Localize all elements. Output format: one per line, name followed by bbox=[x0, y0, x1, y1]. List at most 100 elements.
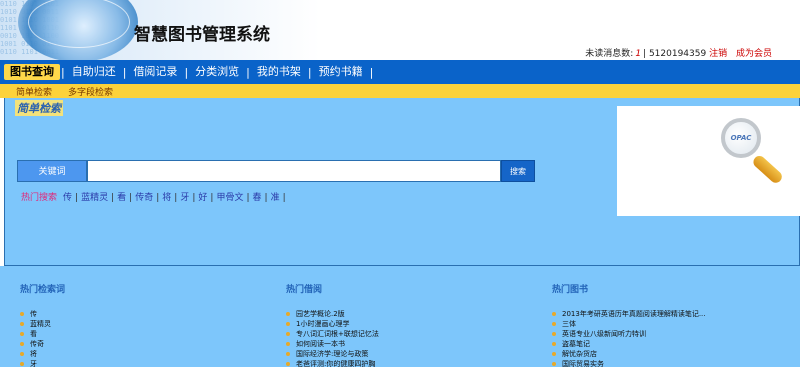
site-title: 智慧图书管理系统 bbox=[134, 25, 270, 45]
main-nav: 图书查询 | 自助归还 | 借阅记录 | 分类浏览 | 我的书架 | 预约书籍 … bbox=[0, 60, 800, 84]
bullet-icon bbox=[552, 362, 556, 366]
keyword-separator: | bbox=[210, 193, 214, 203]
bullet-icon bbox=[20, 332, 24, 336]
list-item-label: 将 bbox=[30, 350, 37, 358]
list-item[interactable]: 将 bbox=[20, 349, 65, 359]
bullet-icon bbox=[20, 342, 24, 346]
list-item[interactable]: 国际贸易实务 bbox=[552, 359, 706, 367]
bullet-icon bbox=[552, 312, 556, 316]
panel-title: 简单检索 bbox=[15, 100, 63, 116]
list-item[interactable]: 园艺学概论.2版 bbox=[286, 309, 379, 319]
magnifier-handle-icon bbox=[750, 153, 785, 186]
nav-self-return[interactable]: 自助归还 bbox=[66, 64, 122, 80]
nav-book-search[interactable]: 图书查询 bbox=[4, 64, 60, 80]
nav-category-browse[interactable]: 分类浏览 bbox=[189, 64, 245, 80]
magnifier-icon: OPAC bbox=[721, 118, 761, 158]
keyword-separator: | bbox=[129, 193, 133, 203]
keyword-separator: | bbox=[75, 193, 79, 203]
list-item[interactable]: 三体 bbox=[552, 319, 706, 329]
hot-keyword[interactable]: 看 bbox=[117, 193, 126, 203]
list-item[interactable]: 盗墓笔记 bbox=[552, 339, 706, 349]
list-item[interactable]: 解忧杂货店 bbox=[552, 349, 706, 359]
bullet-icon bbox=[20, 352, 24, 356]
bullet-icon bbox=[20, 322, 24, 326]
list-item[interactable]: 牙 bbox=[20, 359, 65, 367]
list-item[interactable]: 蓝精灵 bbox=[20, 319, 65, 329]
user-bar: 未读消息数: 1 | 5120194359 注销 成为会员 bbox=[585, 49, 772, 59]
list-item[interactable]: 传 bbox=[20, 309, 65, 319]
list-item-label: 如何阅读一本书 bbox=[296, 340, 345, 348]
hot-keyword[interactable]: 传奇 bbox=[135, 193, 153, 203]
sub-nav: 简单检索 多字段检索 bbox=[0, 84, 800, 98]
hot-keyword[interactable]: 甲骨文 bbox=[216, 193, 243, 203]
keyword-separator: | bbox=[111, 193, 115, 203]
list-item[interactable]: 国际经济学:理论与政策 bbox=[286, 349, 379, 359]
list-item-label: 老爸评测:你的健康四护胸 bbox=[296, 360, 376, 367]
nav-separator: | bbox=[369, 65, 374, 79]
hot-search-row: 热门搜索传 | 蓝精灵 | 看 | 传奇 | 将 | 牙 | 好 | 甲骨文 | 春 | 准 | bbox=[21, 190, 289, 203]
unread-count[interactable]: 1 bbox=[635, 49, 641, 59]
lists-section: 热门检索词 传 蓝精灵 看 传奇 将 牙 热门借阅 园艺学概论.2版 1小时漫画… bbox=[0, 266, 800, 367]
nav-reserve-books[interactable]: 预约书籍 bbox=[313, 64, 369, 80]
list-item[interactable]: 看 bbox=[20, 329, 65, 339]
hot-books-column: 热门图书 2013年考研英语历年真题阅读理解精读笔记... 三体 英语专业八级新… bbox=[552, 282, 706, 367]
subnav-simple-search[interactable]: 简单检索 bbox=[16, 85, 52, 98]
list-item-label: 国际贸易实务 bbox=[562, 360, 604, 367]
bullet-icon bbox=[552, 352, 556, 356]
list-item-label: 2013年考研英语历年真题阅读理解精读笔记... bbox=[562, 310, 706, 318]
list-item-label: 国际经济学:理论与政策 bbox=[296, 350, 369, 358]
header: 0110 1001 11011010 0110 00110101 1110 10… bbox=[0, 0, 800, 62]
list-item-label: 传奇 bbox=[30, 340, 44, 348]
hot-search-terms-column: 热门检索词 传 蓝精灵 看 传奇 将 牙 bbox=[20, 282, 65, 367]
bullet-icon bbox=[20, 362, 24, 366]
list-item[interactable]: 1小时漫画心理学 bbox=[286, 319, 379, 329]
hot-keyword[interactable]: 好 bbox=[198, 193, 207, 203]
keyword-separator: | bbox=[192, 193, 196, 203]
hot-keyword[interactable]: 传 bbox=[63, 193, 72, 203]
list-item[interactable]: 传奇 bbox=[20, 339, 65, 349]
subnav-multi-field-search[interactable]: 多字段检索 bbox=[68, 85, 113, 98]
list-item[interactable]: 专八词汇词根+联想记忆法 bbox=[286, 329, 379, 339]
hot-keyword[interactable]: 蓝精灵 bbox=[81, 193, 108, 203]
list-item-label: 三体 bbox=[562, 320, 576, 328]
list-item-label: 看 bbox=[30, 330, 37, 338]
keyword-separator: | bbox=[264, 193, 268, 203]
column-title: 热门检索词 bbox=[20, 285, 66, 295]
search-panel: 简单检索 OPAC 关键词 搜索 热门搜索传 | 蓝精灵 | 看 | 传奇 | 将 | 牙 | 好 | 甲骨… bbox=[4, 98, 800, 266]
list-item[interactable]: 如何阅读一本书 bbox=[286, 339, 379, 349]
list-item-label: 蓝精灵 bbox=[30, 320, 51, 328]
bullet-icon bbox=[286, 322, 290, 326]
hot-keyword[interactable]: 牙 bbox=[180, 193, 189, 203]
bullet-icon bbox=[286, 332, 290, 336]
list-item-label: 1小时漫画心理学 bbox=[296, 320, 350, 328]
hot-keyword[interactable]: 将 bbox=[162, 193, 171, 203]
bullet-icon bbox=[20, 312, 24, 316]
column-title: 热门借阅 bbox=[286, 285, 323, 295]
logout-link[interactable]: 注销 bbox=[709, 49, 727, 59]
nav-my-shelf[interactable]: 我的书架 bbox=[251, 64, 307, 80]
list-item-label: 园艺学概论.2版 bbox=[296, 310, 345, 318]
hot-keyword[interactable]: 准 bbox=[271, 193, 280, 203]
become-member-link[interactable]: 成为会员 bbox=[736, 49, 772, 59]
opac-image: OPAC bbox=[617, 106, 800, 216]
hot-keyword[interactable]: 春 bbox=[253, 193, 262, 203]
keyword-separator: | bbox=[282, 193, 286, 203]
keyword-input[interactable] bbox=[87, 160, 501, 182]
list-item-label: 专八词汇词根+联想记忆法 bbox=[296, 330, 379, 338]
list-item-label: 传 bbox=[30, 310, 37, 318]
bullet-icon bbox=[286, 352, 290, 356]
unread-label: 未读消息数: bbox=[585, 49, 634, 59]
list-item[interactable]: 老爸评测:你的健康四护胸 bbox=[286, 359, 379, 367]
bullet-icon bbox=[552, 332, 556, 336]
list-item[interactable]: 2013年考研英语历年真题阅读理解精读笔记... bbox=[552, 309, 706, 319]
nav-borrow-records[interactable]: 借阅记录 bbox=[127, 64, 183, 80]
list-item[interactable]: 英语专业八级新闻听力特训 bbox=[552, 329, 706, 339]
user-id: 5120194359 bbox=[648, 49, 707, 59]
opac-text: OPAC bbox=[730, 134, 752, 142]
hot-search-label: 热门搜索 bbox=[21, 193, 58, 203]
bullet-icon bbox=[286, 312, 290, 316]
column-title: 热门图书 bbox=[552, 285, 589, 295]
bullet-icon bbox=[286, 362, 290, 366]
list-item-label: 英语专业八级新闻听力特训 bbox=[562, 330, 646, 338]
search-button[interactable]: 搜索 bbox=[501, 160, 535, 182]
